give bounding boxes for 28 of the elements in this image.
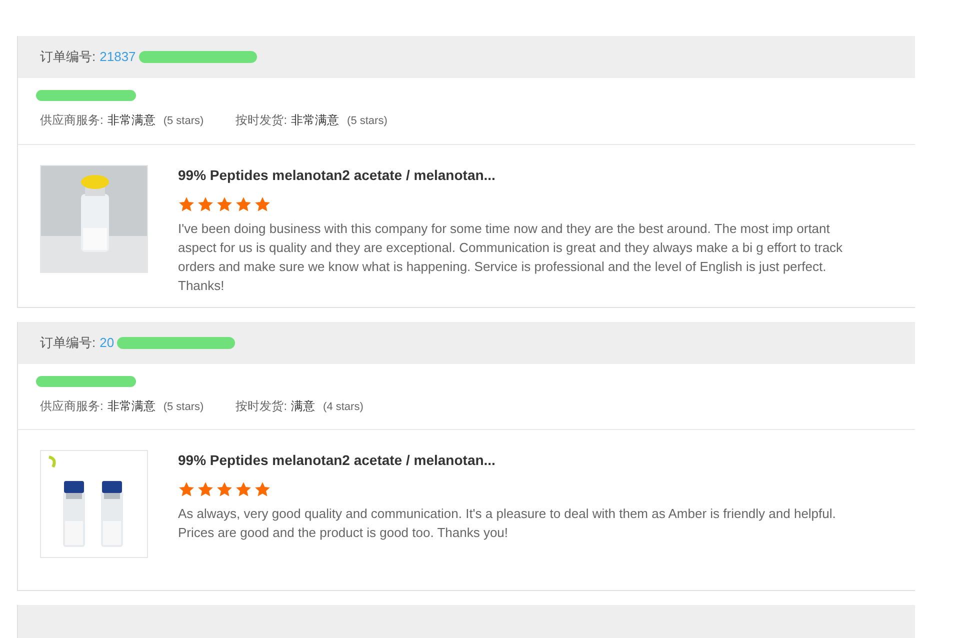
- star-icon: [178, 196, 195, 212]
- product-title[interactable]: 99% Peptides melanotan2 acetate / melanotan...: [178, 164, 871, 186]
- star-icon: [235, 481, 252, 498]
- rating-note: (5 stars): [163, 114, 204, 129]
- rating-value: 满意: [291, 398, 316, 414]
- star-icon: [216, 481, 233, 498]
- rating-note: (5 stars): [163, 400, 204, 414]
- rating-label: 供应商服务:: [40, 112, 104, 129]
- rating-value: 非常满意: [107, 398, 156, 414]
- review-text: As always, very good quality and communication. It's a pleasure to deal with them as Amber is friendly and helpful. Prices are good and the product is good too. Thanks you!: [178, 505, 837, 542]
- rating-label: 供应商服务:: [40, 398, 104, 414]
- rating-note: (5 stars): [347, 114, 388, 129]
- rating-value: 非常满意: [291, 112, 340, 129]
- star-icon: [254, 196, 271, 212]
- rating-label: 按时发货:: [236, 112, 288, 129]
- star-icon: [216, 196, 233, 212]
- review-text: I've been doing business with this company for some time now and they are the best around. The most imp ortant aspect for us is quality and they are exceptional. Communication is great and they always make a bi g effort to track orders and make sure we know what is happening. Service is professional and the level of English is just perfect. Thanks!: [178, 220, 844, 294]
- product-title[interactable]: 99% Peptides melanotan2 acetate / melanotan...: [178, 450, 871, 471]
- star-icon: [197, 481, 214, 498]
- rating-value: 非常满意: [107, 112, 156, 129]
- star-icon: [197, 196, 214, 212]
- star-icon: [254, 481, 271, 498]
- order-label: 订单编号:: [40, 48, 96, 66]
- rating-note: (4 stars): [323, 400, 364, 414]
- order-label: 订单编号:: [40, 334, 96, 352]
- rating-label: 按时发货:: [236, 398, 288, 414]
- star-icon: [235, 196, 252, 212]
- star-icon: [178, 481, 195, 498]
